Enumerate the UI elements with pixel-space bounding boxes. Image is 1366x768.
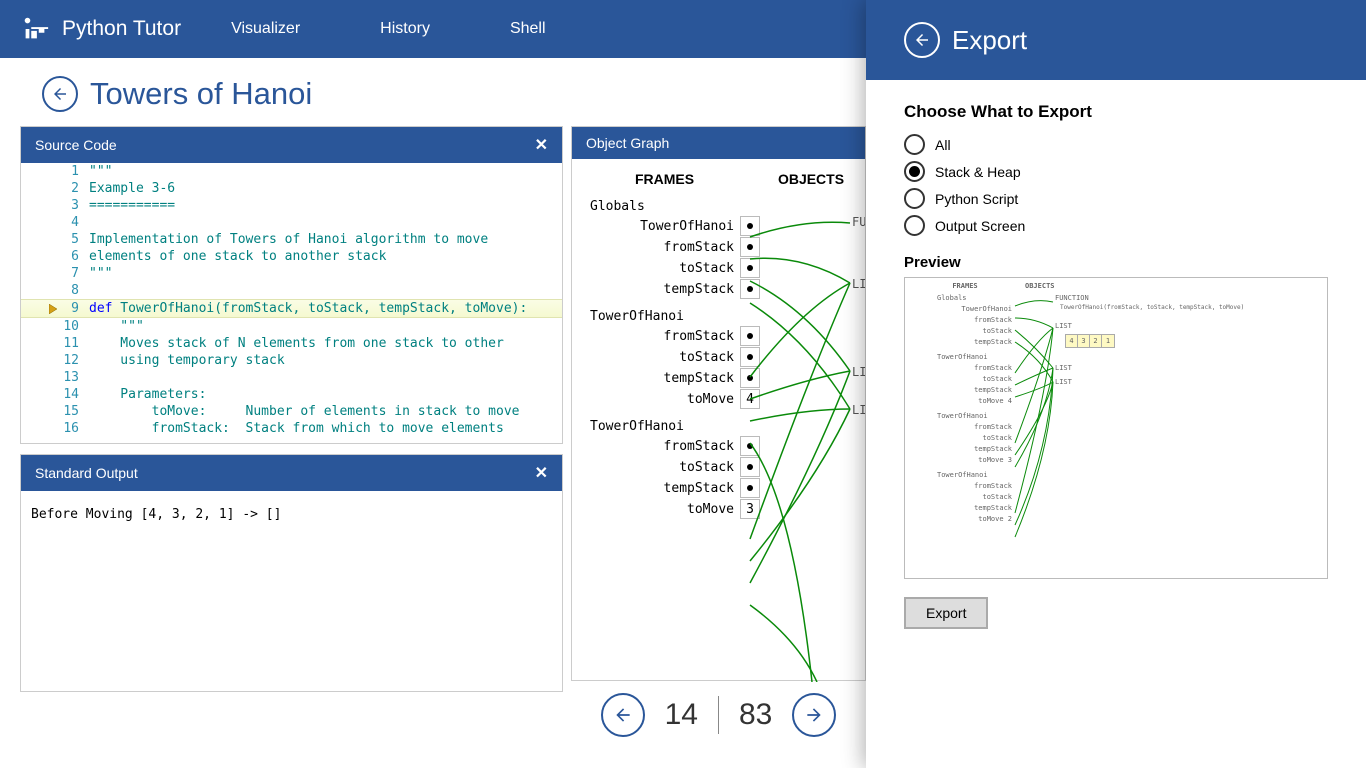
tutor-icon (20, 14, 50, 44)
obj-list-1: LIST (852, 277, 865, 291)
frame-title: TowerOfHanoi (590, 309, 865, 324)
graph-body[interactable]: FRAMES OBJECTS GlobalsTowerOfHanoifromSt… (572, 159, 865, 682)
arrow-left-icon (51, 85, 69, 103)
close-output-button[interactable]: ✕ (535, 463, 548, 483)
radio-stack-heap[interactable]: Stack & Heap (904, 161, 1328, 182)
frame-var: toStack (590, 258, 760, 278)
frame-var: fromStack (590, 326, 760, 346)
export-back-button[interactable] (904, 22, 940, 58)
export-button[interactable]: Export (904, 597, 988, 629)
frame-var: toMove4 (590, 389, 760, 409)
close-source-button[interactable]: ✕ (535, 135, 548, 155)
code-line: 13 (21, 369, 562, 386)
pv-list-label-1: LIST (1055, 322, 1072, 330)
frame-var: toStack (590, 347, 760, 367)
pv-frame: TowerOfHanoifromStacktoStacktempStacktoM… (937, 470, 1327, 525)
frame-block: Globals TowerOfHanoifromStacktoStacktempS… (590, 199, 865, 299)
export-header: Export (866, 0, 1366, 80)
code-line: 3=========== (21, 197, 562, 214)
source-body[interactable]: 1"""2Example 3-63===========45Implementa… (21, 163, 562, 443)
app-logo: Python Tutor (20, 14, 181, 44)
code-line: 12 using temporary stack (21, 352, 562, 369)
step-current: 14 (665, 698, 698, 732)
pv-list-label-2: LIST (1055, 364, 1072, 372)
export-title: Export (952, 25, 1027, 56)
nav-shell[interactable]: Shell (510, 20, 546, 38)
page-title: Towers of Hanoi (90, 76, 312, 112)
source-panel: Source Code ✕ 1"""2Example 3-63=========… (20, 126, 563, 444)
frame-block: TowerOfHanoi fromStacktoStacktempStacktoM… (590, 309, 865, 409)
code-line: 4 (21, 214, 562, 231)
frame-title: Globals (590, 199, 865, 214)
frame-var: TowerOfHanoi (590, 216, 760, 236)
step-total: 83 (739, 698, 772, 732)
arrow-left-icon (613, 705, 633, 725)
radio-output-screen[interactable]: Output Screen (904, 215, 1328, 236)
source-header: Source Code ✕ (21, 127, 562, 163)
output-body: Before Moving [4, 3, 2, 1] -> [] (21, 491, 562, 691)
output-title: Standard Output (35, 465, 138, 481)
preview-label: Preview (904, 254, 1328, 271)
code-line: 11 Moves stack of N elements from one st… (21, 335, 562, 352)
pv-objects-header: OBJECTS (1025, 282, 1327, 290)
output-panel: Standard Output ✕ Before Moving [4, 3, 2… (20, 454, 563, 692)
code-line: 16 fromStack: Stack from which to move e… (21, 420, 562, 437)
code-line: 5Implementation of Towers of Hanoi algor… (21, 231, 562, 248)
frame-block: TowerOfHanoi fromStacktoStacktempStacktoM… (590, 419, 865, 519)
frame-var: toMove3 (590, 499, 760, 519)
pv-function-label: FUNCTION (1055, 294, 1089, 302)
frame-var: fromStack (590, 237, 760, 257)
pv-frame: TowerOfHanoifromStacktoStacktempStacktoM… (937, 352, 1327, 407)
obj-list-3: LIST (852, 403, 865, 417)
graph-panel: Object Graph FRAMES OBJECTS Globals Tower… (571, 126, 866, 681)
frame-var: tempStack (590, 478, 760, 498)
export-choose-label: Choose What to Export (904, 102, 1328, 122)
radio-all[interactable]: All (904, 134, 1328, 155)
step-next-button[interactable] (792, 693, 836, 737)
preview-box: FRAMES OBJECTS GlobalsTowerOfHanoifromSt… (904, 277, 1328, 579)
pv-list-values: 4 3 2 1 (1065, 334, 1115, 348)
nav-history[interactable]: History (380, 20, 430, 38)
output-header: Standard Output ✕ (21, 455, 562, 491)
pv-frame: TowerOfHanoifromStacktoStacktempStacktoM… (937, 411, 1327, 466)
obj-list-2: LIST (852, 365, 865, 379)
pv-list-label-3: LIST (1055, 378, 1072, 386)
pv-frames-header: FRAMES (905, 282, 1025, 290)
arrow-right-icon (804, 705, 824, 725)
pv-frame: GlobalsTowerOfHanoifromStacktoStacktempS… (937, 293, 1327, 348)
graph-title: Object Graph (586, 135, 669, 151)
nav-visualizer[interactable]: Visualizer (231, 20, 300, 38)
objects-header: OBJECTS (757, 171, 865, 187)
code-line: 15 toMove: Number of elements in stack t… (21, 403, 562, 420)
step-divider (718, 696, 719, 734)
back-button[interactable] (42, 76, 78, 112)
obj-function: FUNCTION (852, 215, 865, 229)
code-line: 6elements of one stack to another stack (21, 248, 562, 265)
code-line: 2Example 3-6 (21, 180, 562, 197)
code-line: 7""" (21, 265, 562, 282)
frames-header: FRAMES (572, 171, 757, 187)
code-line: 14 Parameters: (21, 386, 562, 403)
graph-header: Object Graph (572, 127, 865, 159)
frame-var: fromStack (590, 436, 760, 456)
app-title: Python Tutor (62, 17, 181, 41)
code-line: 1""" (21, 163, 562, 180)
frame-var: toStack (590, 457, 760, 477)
radio-python-script[interactable]: Python Script (904, 188, 1328, 209)
step-prev-button[interactable] (601, 693, 645, 737)
pv-function-sig: TowerOfHanoi(fromStack, toStack, tempSta… (1060, 304, 1244, 311)
code-line: 10 """ (21, 318, 562, 335)
arrow-left-icon (913, 31, 931, 49)
frame-title: TowerOfHanoi (590, 419, 865, 434)
code-line: 9def TowerOfHanoi(fromStack, toStack, te… (21, 299, 562, 318)
current-line-arrow-icon (49, 302, 59, 319)
source-title: Source Code (35, 137, 117, 153)
frame-var: tempStack (590, 279, 760, 299)
step-controls: 14 83 (571, 693, 866, 737)
code-line: 8 (21, 282, 562, 299)
frame-var: tempStack (590, 368, 760, 388)
export-flyout: Export Choose What to Export All Stack &… (866, 0, 1366, 768)
